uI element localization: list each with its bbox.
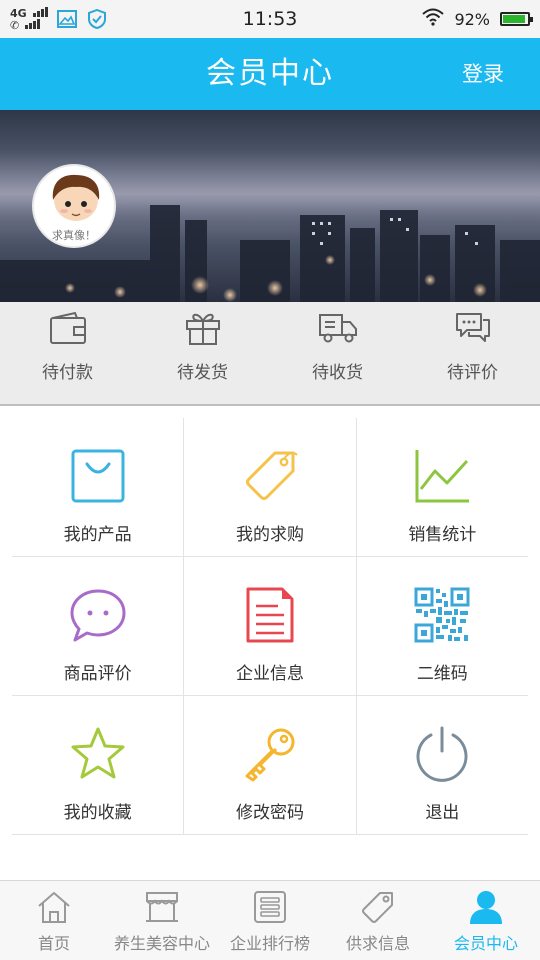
page-title: 会员中心 — [206, 56, 334, 91]
tab-label: 养生美容中心 — [113, 934, 210, 953]
order-label: 待收货 — [312, 363, 363, 383]
avatar-caption: 求真像！ — [52, 229, 96, 242]
qr-code-button[interactable]: 二维码 — [355, 557, 528, 695]
tab-label: 会员中心 — [453, 934, 518, 953]
grid-label: 商品评价 — [63, 664, 132, 684]
tab-member-center[interactable]: 会员中心 — [432, 881, 540, 960]
app-header: 会员中心 登录 — [0, 38, 540, 110]
star-icon — [68, 724, 128, 784]
avatar[interactable]: 求真像！ — [32, 164, 116, 248]
login-button[interactable]: 登录 — [462, 38, 504, 110]
grid-row: 我的收藏 修改密码 退出 — [12, 696, 528, 835]
tab-label: 供求信息 — [345, 934, 410, 953]
chat-bubbles-icon — [453, 308, 493, 348]
company-info-button[interactable]: 企业信息 — [183, 557, 355, 695]
order-label: 待付款 — [42, 363, 93, 383]
my-requests-button[interactable]: 我的求购 — [183, 418, 355, 556]
shield-icon — [86, 8, 108, 30]
grid-row: 我的产品 我的求购 销售统计 — [12, 418, 528, 557]
tab-label: 企业排行榜 — [229, 934, 310, 953]
function-grid: 我的产品 我的求购 销售统计 商品评价 企业信息 二维码 我的收藏 修改密码 退… — [12, 418, 528, 835]
home-icon — [34, 887, 74, 927]
phone-icon: ✆ — [10, 19, 20, 32]
grid-label: 二维码 — [416, 664, 468, 684]
order-pending-shipment[interactable]: 待发货 — [135, 302, 270, 404]
tab-wellness-beauty[interactable]: 养生美容中心 — [108, 881, 216, 960]
tab-supply-demand[interactable]: 供求信息 — [324, 881, 432, 960]
wallet-icon — [48, 308, 88, 348]
grid-row: 商品评价 企业信息 二维码 — [12, 557, 528, 696]
price-tag-icon — [240, 446, 300, 506]
document-icon — [240, 585, 300, 645]
battery-level — [503, 15, 526, 23]
order-pending-review[interactable]: 待评价 — [405, 302, 540, 404]
grid-label: 我的收藏 — [63, 803, 132, 823]
signal-icon — [32, 7, 48, 17]
order-pending-receipt[interactable]: 待收货 — [270, 302, 405, 404]
status-right: 92% — [422, 8, 533, 30]
change-password-button[interactable]: 修改密码 — [183, 696, 355, 834]
battery-icon — [500, 12, 533, 26]
order-label: 待发货 — [177, 363, 228, 383]
ranking-list-icon — [250, 887, 290, 927]
storefront-icon — [142, 887, 182, 927]
signal-icon-2 — [25, 19, 41, 29]
status-bar: 4G ✆ 11:53 92% — [0, 0, 540, 38]
image-icon — [56, 8, 78, 30]
comment-icon — [68, 585, 128, 645]
bottom-tab-bar: 首页 养生美容中心 企业排行榜 供求信息 会员中心 — [0, 880, 540, 960]
my-favorites-button[interactable]: 我的收藏 — [12, 696, 183, 834]
tag-icon — [358, 887, 398, 927]
grid-label: 修改密码 — [235, 803, 304, 823]
tab-home[interactable]: 首页 — [0, 881, 108, 960]
tab-label: 首页 — [37, 934, 70, 953]
grid-label: 退出 — [425, 803, 460, 823]
grid-label: 销售统计 — [408, 525, 477, 545]
key-icon — [240, 724, 300, 784]
gift-icon — [183, 308, 223, 348]
qr-code-icon — [412, 585, 472, 645]
grid-label: 企业信息 — [235, 664, 304, 684]
wifi-icon — [422, 8, 445, 30]
tab-ranking[interactable]: 企业排行榜 — [216, 881, 324, 960]
product-reviews-button[interactable]: 商品评价 — [12, 557, 183, 695]
delivery-truck-icon — [318, 308, 358, 348]
order-pending-payment[interactable]: 待付款 — [0, 302, 135, 404]
order-status-strip: 待付款 待发货 待收货 待评价 — [0, 302, 540, 406]
sales-stats-button[interactable]: 销售统计 — [355, 418, 528, 556]
logout-button[interactable]: 退出 — [355, 696, 528, 834]
network-indicator: 4G ✆ — [10, 7, 48, 31]
grid-label: 我的产品 — [63, 525, 132, 545]
power-icon — [412, 724, 472, 784]
grid-label: 我的求购 — [235, 525, 304, 545]
profile-banner: 求真像！ — [0, 110, 540, 302]
line-chart-icon — [412, 446, 472, 506]
order-label: 待评价 — [447, 363, 498, 383]
my-products-button[interactable]: 我的产品 — [12, 418, 183, 556]
status-left: 4G ✆ — [10, 7, 108, 31]
user-icon — [466, 887, 506, 927]
shopping-bag-icon — [68, 446, 128, 506]
battery-percent: 92% — [454, 9, 490, 29]
